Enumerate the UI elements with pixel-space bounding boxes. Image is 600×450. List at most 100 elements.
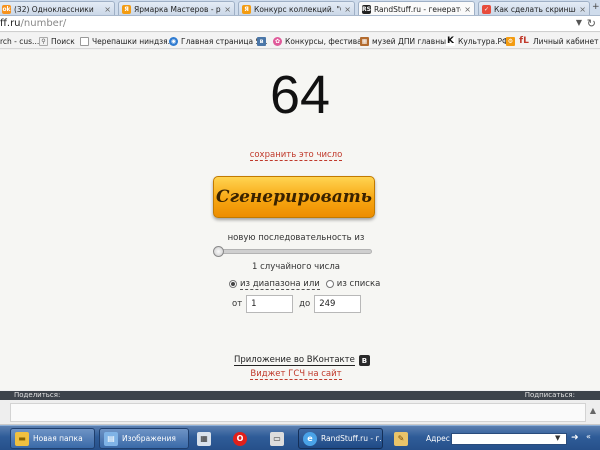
slider-handle[interactable]: [213, 246, 224, 257]
save-number-link[interactable]: сохранить это число: [0, 150, 592, 161]
comment-box[interactable]: [10, 403, 586, 422]
new-tab-button[interactable]: +: [592, 2, 600, 12]
taskbar-new-folder[interactable]: ▬ Новая папка: [10, 428, 95, 449]
bookmark-label: rch - cus...: [0, 36, 40, 46]
from-input[interactable]: 1: [246, 295, 294, 313]
tab-odnoklassniki[interactable]: ok (32) Одноклассники ×: [0, 1, 115, 15]
url-text[interactable]: ff.ru/number/: [0, 18, 66, 29]
opera-icon: O: [233, 431, 247, 446]
radio-range-label[interactable]: из диапазона или: [240, 279, 320, 290]
images-icon: ▤: [104, 431, 118, 446]
sequence-label: новую последовательность из: [227, 233, 365, 243]
close-tab-icon[interactable]: ×: [224, 5, 231, 14]
fl-logo-icon: fL: [519, 36, 529, 46]
tab-title: (32) Одноклассники: [14, 4, 94, 14]
tray-chevron-icon[interactable]: «: [586, 432, 591, 441]
refresh-icon[interactable]: ↻: [587, 17, 596, 30]
browser-tab-strip: ok (32) Одноклассники × Я Ярмарка Мастер…: [0, 0, 600, 16]
search-icon: ⚲: [39, 36, 48, 46]
vk-app-link[interactable]: Приложение во ВКонтакте: [234, 355, 355, 366]
go-arrow-icon[interactable]: ➜: [571, 433, 581, 445]
bookmark-museum[interactable]: ▦ музей ДПИ главный: [360, 35, 451, 47]
bookmark-label: Черепашки ниндзя...: [92, 36, 175, 46]
taskbar-label: Новая папка: [33, 434, 83, 443]
chevron-down-icon[interactable]: ▼: [576, 18, 582, 27]
tab-title: Ярмарка Мастеров - руч: [134, 4, 222, 14]
generate-button-label: Сгенерировать: [216, 187, 372, 207]
count-text: 1 случайного числа: [252, 262, 340, 272]
taskbar-paint[interactable]: ✎: [390, 428, 412, 449]
taskbar-images[interactable]: ▤ Изображения: [99, 428, 189, 449]
taskbar: ▬ Новая папка ▤ Изображения ▦ O ▭ e Rand…: [0, 425, 600, 450]
tab-randstuff[interactable]: RS RandStuff.ru - генератор ×: [358, 1, 475, 15]
widget-link[interactable]: Виджет ГСЧ на сайт: [0, 369, 592, 380]
tab-yarmarka[interactable]: Я Ярмарка Мастеров - руч ×: [118, 1, 235, 15]
close-tab-icon[interactable]: ×: [579, 5, 586, 14]
from-label: от: [232, 299, 243, 309]
tab-konkurs[interactable]: Я Конкурс коллекций. "Ска ×: [238, 1, 355, 15]
bookmark-contests[interactable]: ✿ Конкурсы, фестива...: [273, 35, 369, 47]
range-inputs: от 1 до 249: [232, 295, 362, 313]
address-bar[interactable]: ff.ru/number/ ▼ ↻: [0, 16, 600, 32]
subscribe-label[interactable]: Подписаться:: [525, 391, 575, 399]
close-tab-icon[interactable]: ×: [344, 5, 351, 14]
radio-range[interactable]: [229, 280, 237, 288]
bookmark-vk[interactable]: в: [257, 35, 266, 47]
taskbar-label: Изображения: [122, 434, 176, 443]
radio-list-label[interactable]: из списка: [337, 279, 381, 289]
share-bar: Поделиться: Подписаться:: [0, 391, 600, 400]
taskbar-calculator[interactable]: ▦: [193, 428, 215, 449]
flower-icon: ✿: [273, 36, 282, 46]
taskbar-opera[interactable]: O: [229, 428, 251, 449]
bookmark-main-page[interactable]: ◉ Главная страница S...: [169, 35, 267, 47]
bookmark-label: Главная страница S...: [181, 36, 268, 46]
bookmark-label: Личный кабинет: [533, 36, 599, 46]
taskbar-address-input[interactable]: [451, 433, 567, 445]
generate-button[interactable]: Сгенерировать: [213, 176, 375, 218]
bookmark-cabinet[interactable]: ⚙ fL Личный кабинет: [506, 35, 599, 47]
taskbar-label: RandStuff.ru - г...: [321, 434, 383, 443]
bookmark-label: Культура.РФ: [458, 36, 509, 46]
radio-list[interactable]: [325, 280, 334, 288]
to-label: до: [299, 299, 311, 309]
count-slider[interactable]: [216, 249, 372, 254]
page-content: 64 сохранить это число Сгенерировать нов…: [0, 50, 600, 390]
k-icon: K: [446, 36, 455, 46]
grid-icon: ▦: [360, 36, 369, 46]
vk-app-row[interactable]: Приложение во ВКонтакте В: [234, 355, 370, 366]
comment-bar: ▲: [0, 400, 600, 425]
browser-icon: e: [303, 431, 317, 446]
taskbar-address-label: Адрес: [426, 434, 450, 443]
bookmark-label: Поиск: [51, 36, 75, 46]
bookmark-search-custom[interactable]: rch - cus...: [0, 35, 39, 47]
to-input[interactable]: 249: [314, 295, 362, 313]
close-tab-icon[interactable]: ×: [464, 5, 471, 14]
odnoklassniki-icon: ok: [2, 4, 11, 14]
globe-icon: ◉: [169, 36, 178, 46]
paint-icon: ✎: [394, 431, 408, 446]
random-number: 64: [269, 65, 331, 125]
randstuff-icon: RS: [362, 5, 371, 14]
bookmark-label: Конкурсы, фестива...: [285, 36, 369, 46]
folder-icon: ▬: [15, 431, 29, 446]
fl-icon: ⚙: [506, 36, 515, 46]
source-radio-group: из диапазона или из списка: [229, 278, 380, 290]
bookmark-ninja-turtles[interactable]: Черепашки ниндзя...: [80, 35, 175, 47]
chevron-down-icon[interactable]: ▼: [555, 434, 560, 442]
tab-title: Конкурс коллекций. "Ска: [254, 4, 341, 14]
bookmark-search[interactable]: ⚲ Поиск: [39, 35, 75, 47]
scroll-up-icon[interactable]: ▲: [590, 406, 596, 415]
tab-screenshot[interactable]: ✓ Как сделать скриншот — ×: [478, 1, 590, 15]
taskbar-scanner[interactable]: ▭: [266, 428, 292, 449]
close-tab-icon[interactable]: ×: [104, 5, 111, 14]
bookmarks-bar: rch - cus... ⚲ Поиск Черепашки ниндзя...…: [0, 33, 600, 49]
share-label[interactable]: Поделиться:: [14, 391, 60, 399]
bookmark-label: музей ДПИ главный: [372, 36, 451, 46]
vk-icon: В: [358, 355, 370, 366]
taskbar-randstuff[interactable]: e RandStuff.ru - г...: [298, 428, 383, 449]
tab-title: RandStuff.ru - генератор: [374, 5, 462, 14]
page-icon: ✓: [482, 4, 491, 14]
bookmark-kultura[interactable]: K Культура.РФ: [446, 35, 509, 47]
yarmarka-icon: Я: [242, 4, 251, 14]
calculator-icon: ▦: [197, 431, 211, 446]
